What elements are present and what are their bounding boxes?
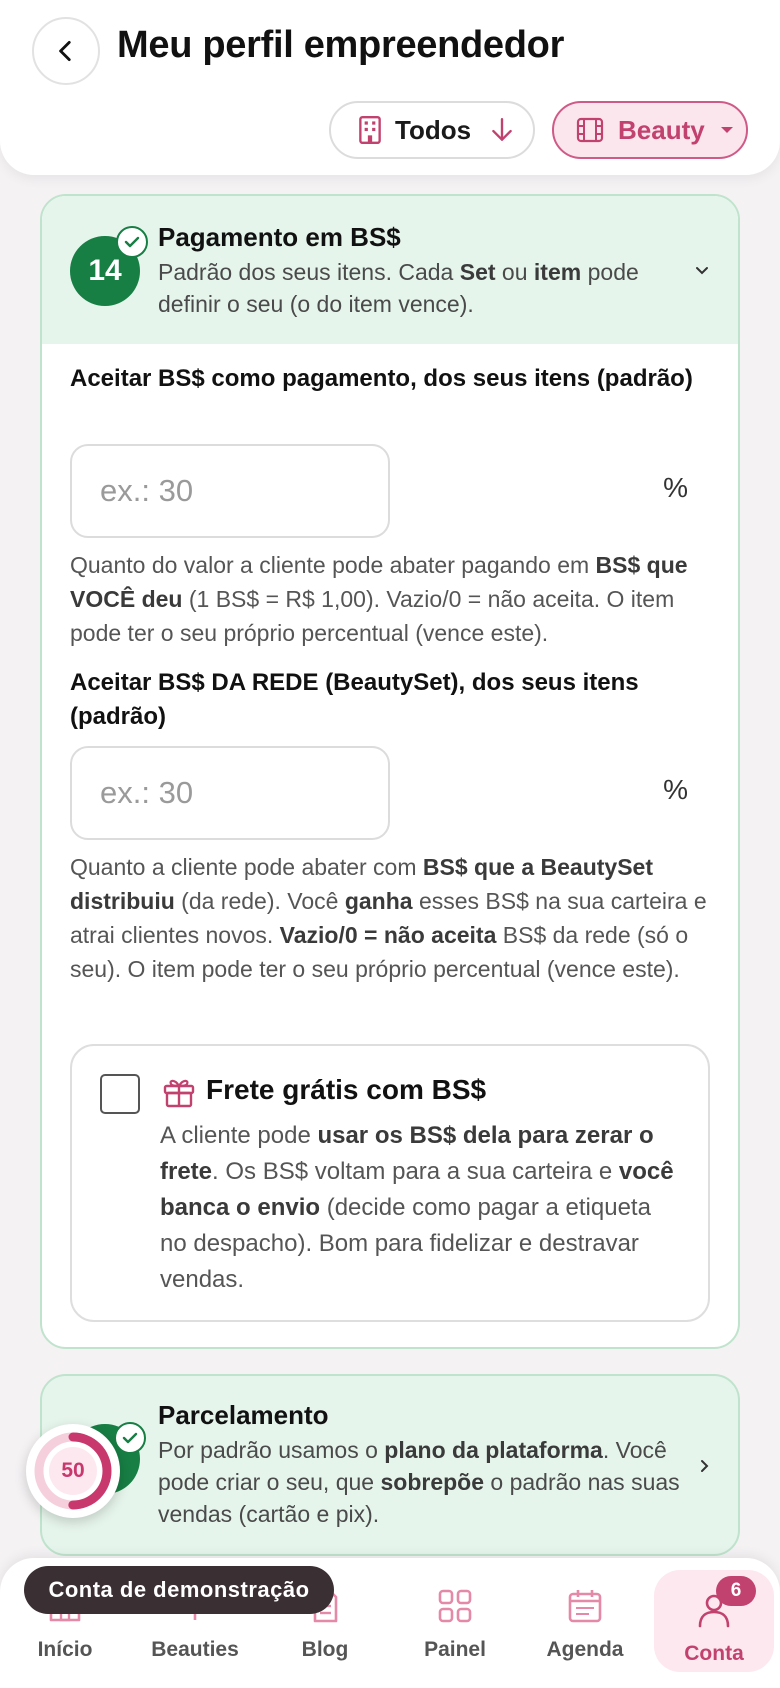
installments-check-icon (114, 1422, 146, 1454)
filter-todos-label: Todos (395, 114, 472, 145)
dashboard-icon (438, 1589, 472, 1623)
nav-item-conta[interactable]: Conta 6 (654, 1570, 774, 1672)
page-title: Meu perfil empreendedor (117, 24, 565, 66)
chevron-down-icon[interactable] (694, 256, 710, 282)
nav-label-beauties: Beauties (151, 1638, 239, 1661)
segment-select-label: Beauty (618, 114, 705, 145)
caret-down-icon (720, 127, 733, 133)
bs-payment-header[interactable]: 14 Pagamento em BS$ Padrão dos seus iten… (42, 196, 738, 344)
profile-score-widget[interactable]: 50 (26, 1424, 120, 1518)
installments-title: Parcelamento (158, 1400, 329, 1430)
calendar-icon (568, 1590, 602, 1623)
chevron-left-icon (59, 40, 71, 62)
scroll-content[interactable]: 14 Pagamento em BS$ Padrão dos seus iten… (0, 0, 780, 1688)
top-header: Meu perfil empreendedor Todos Beauty (0, 0, 780, 175)
bs-payment-card: 14 Pagamento em BS$ Padrão dos seus iten… (40, 194, 740, 1349)
free-shipping-title: Frete grátis com BS$ (206, 1074, 487, 1105)
demo-account-banner: Conta de demonstração (24, 1566, 334, 1614)
nav-item-agenda[interactable]: Agenda (520, 1558, 650, 1688)
nav-label-inicio: Início (37, 1638, 93, 1661)
bs-payment-description: Padrão dos seus itens. Cada Set ou item … (158, 259, 639, 317)
own-bs-help: Quanto do valor a cliente pode abater pa… (70, 552, 688, 646)
nav-label-agenda: Agenda (546, 1638, 624, 1661)
nav-label-blog: Blog (301, 1638, 349, 1661)
nav-label-conta: Conta (684, 1642, 744, 1665)
own-bs-label: Aceitar BS$ como pagamento, dos seus ite… (70, 365, 693, 392)
network-bs-label: Aceitar BS$ DA REDE (BeautySet), dos seu… (70, 669, 639, 730)
nav-item-painel[interactable]: Painel (390, 1558, 520, 1688)
network-bs-percent-unit: % (663, 774, 688, 805)
own-bs-percent-input[interactable] (70, 444, 390, 538)
network-bs-percent-input[interactable] (70, 746, 390, 840)
gift-icon (163, 1079, 195, 1108)
notification-badge: 6 (716, 1576, 756, 1606)
free-shipping-checkbox[interactable] (100, 1074, 140, 1114)
installments-description: Por padrão usamos o plano da plataforma.… (158, 1437, 680, 1527)
own-bs-percent-unit: % (663, 472, 688, 503)
check-icon (116, 226, 148, 258)
back-button[interactable] (32, 17, 100, 85)
network-bs-help: Quanto a cliente pode abater com BS$ que… (70, 854, 707, 982)
bs-payment-title: Pagamento em BS$ (158, 222, 401, 252)
building-icon (359, 115, 381, 145)
nav-label-painel: Painel (424, 1638, 486, 1661)
arrow-down-icon (492, 118, 512, 141)
installments-card[interactable]: Parcelamento Por padrão usamos o plano d… (40, 1374, 740, 1556)
free-shipping-description: A cliente pode usar os BS$ dela para zer… (160, 1122, 674, 1293)
free-shipping-option: Frete grátis com BS$ A cliente pode usar… (70, 1044, 710, 1322)
profile-score-value: 50 (61, 1459, 85, 1482)
filter-todos-button[interactable]: Todos (329, 101, 535, 159)
film-icon (576, 117, 604, 143)
segment-select[interactable]: Beauty (552, 101, 748, 159)
chevron-right-icon[interactable] (700, 1454, 710, 1480)
